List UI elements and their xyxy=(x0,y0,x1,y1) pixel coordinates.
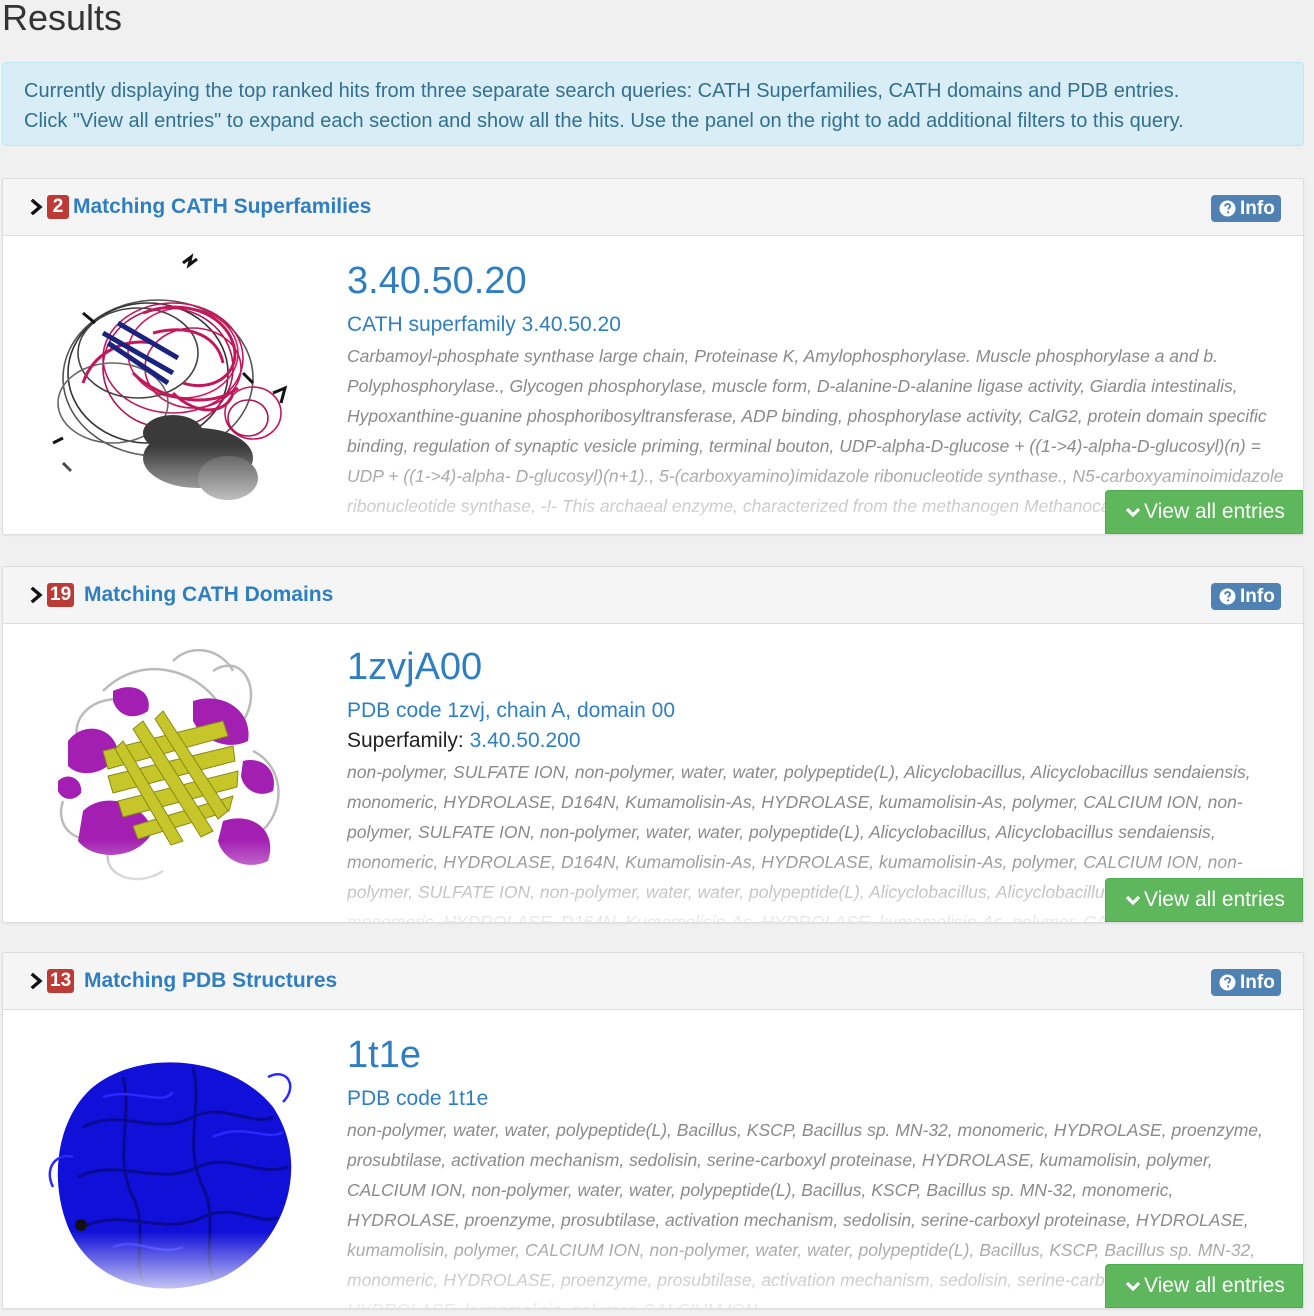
superfamily-link[interactable]: 3.40.50.200 xyxy=(470,729,581,752)
info-alert: Currently displaying the top ranked hits… xyxy=(2,62,1304,146)
info-button-label: Info xyxy=(1240,586,1275,607)
hit-id-link[interactable]: 3.40.50.20 xyxy=(347,259,527,303)
hit-subtitle-link[interactable]: PDB code 1zvj, chain A, domain 00 xyxy=(347,697,675,725)
pdb-structures-panel-heading[interactable]: 13 Matching PDB Structures Info xyxy=(3,953,1303,1010)
page-title: Results xyxy=(2,0,123,38)
view-all-label: View all entries xyxy=(1144,888,1285,911)
chevron-down-icon xyxy=(1125,507,1141,518)
hit-subtitle-link[interactable]: PDB code 1t1e xyxy=(347,1085,488,1113)
chevron-right-icon[interactable] xyxy=(30,587,44,603)
info-button[interactable]: Info xyxy=(1211,583,1281,610)
alert-line-2: Click "View all entries" to expand each … xyxy=(24,110,1184,132)
domains-panel: 19 Matching CATH Domains Info 1zvjA00 PD… xyxy=(2,566,1304,923)
superfamily-line: Superfamily: 3.40.50.200 xyxy=(347,727,581,755)
info-button-label: Info xyxy=(1240,972,1275,993)
chevron-down-icon xyxy=(1125,895,1141,906)
question-circle-icon xyxy=(1219,200,1236,217)
chevron-right-icon[interactable] xyxy=(30,199,44,215)
pdb-structure-image xyxy=(23,1017,323,1307)
alert-line-1: Currently displaying the top ranked hits… xyxy=(24,80,1180,102)
domain-structure-image xyxy=(23,631,323,921)
section-title-pdb-structures[interactable]: Matching PDB Structures xyxy=(84,966,337,996)
view-all-label: View all entries xyxy=(1144,1274,1285,1297)
view-all-entries-button[interactable]: View all entries xyxy=(1105,878,1303,922)
hit-subtitle-link[interactable]: CATH superfamily 3.40.50.20 xyxy=(347,311,621,339)
superfamilies-panel: 2 Matching CATH Superfamilies Info 3.40.… xyxy=(2,178,1304,535)
view-all-entries-button[interactable]: View all entries xyxy=(1105,490,1303,534)
view-all-entries-button[interactable]: View all entries xyxy=(1105,1264,1303,1308)
section-title-superfamilies[interactable]: Matching CATH Superfamilies xyxy=(73,192,371,222)
view-all-label: View all entries xyxy=(1144,500,1285,523)
question-circle-icon xyxy=(1219,588,1236,605)
hit-id-link[interactable]: 1zvjA00 xyxy=(347,645,482,689)
info-button-label: Info xyxy=(1240,198,1275,219)
hit-id-link[interactable]: 1t1e xyxy=(347,1033,421,1077)
count-badge: 19 xyxy=(47,583,75,607)
question-circle-icon xyxy=(1219,974,1236,991)
chevron-down-icon xyxy=(1125,1281,1141,1292)
chevron-right-icon[interactable] xyxy=(30,973,44,989)
superfamily-structure-image xyxy=(23,243,323,533)
count-badge: 13 xyxy=(47,969,75,993)
count-badge: 2 xyxy=(47,195,69,219)
info-button[interactable]: Info xyxy=(1211,195,1281,222)
info-button[interactable]: Info xyxy=(1211,969,1281,996)
superfamilies-panel-heading[interactable]: 2 Matching CATH Superfamilies Info xyxy=(3,179,1303,236)
superfamily-label: Superfamily: xyxy=(347,729,464,752)
pdb-structures-panel: 13 Matching PDB Structures Info 1t1e PDB… xyxy=(2,952,1304,1309)
domains-panel-heading[interactable]: 19 Matching CATH Domains Info xyxy=(3,567,1303,624)
section-title-domains[interactable]: Matching CATH Domains xyxy=(84,580,333,610)
